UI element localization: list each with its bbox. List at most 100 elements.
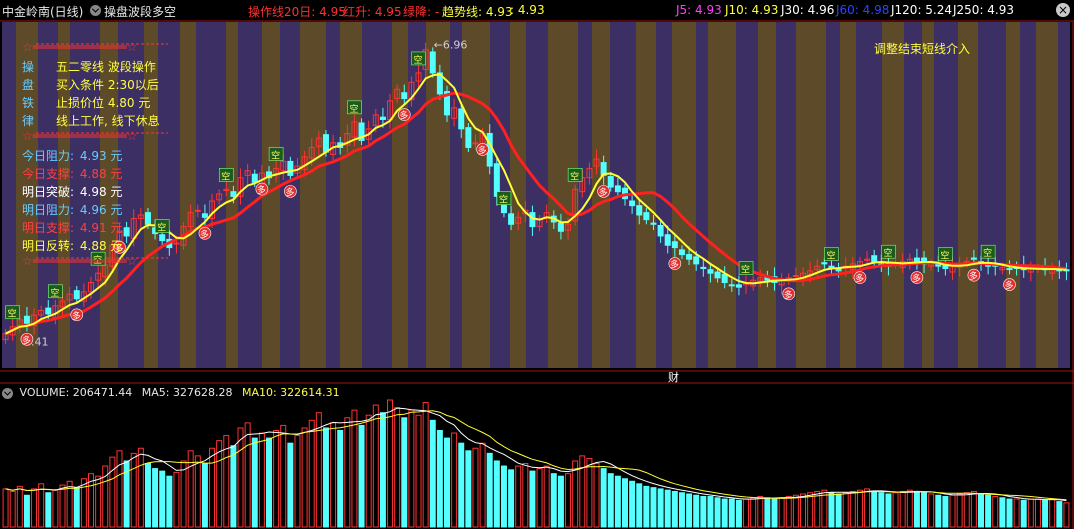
- background-band: [672, 22, 696, 368]
- panel-stars-bottom: ☆═════════════☆: [22, 254, 138, 268]
- volume-bar: [1056, 501, 1063, 528]
- volume-bar: [401, 417, 408, 528]
- volume-bar: [999, 497, 1006, 528]
- volume-bar: [144, 463, 151, 528]
- j10-value: J10: 4.93: [725, 3, 779, 17]
- candle-body: [429, 51, 436, 74]
- background-band: [882, 22, 904, 368]
- volume-bar: [693, 494, 700, 528]
- candle-body: [913, 257, 920, 263]
- sell-marker-label: 空: [157, 222, 166, 234]
- volume-bar: [387, 399, 394, 528]
- candle-body: [657, 224, 664, 237]
- background-band: [510, 22, 526, 368]
- panel-rule-char: 律: [22, 114, 35, 128]
- candle-body: [693, 256, 700, 265]
- candle-body: [970, 257, 977, 260]
- indicator-name[interactable]: 操盘波段多空: [104, 3, 176, 20]
- volume-bar: [992, 496, 999, 528]
- volume-bar: [444, 437, 450, 528]
- background-band: [362, 22, 392, 368]
- volume-bar: [735, 499, 742, 528]
- level-tomorrow-support: 明日支撑: 4.91 元: [22, 219, 122, 236]
- volume-bar: [671, 490, 678, 528]
- volume-bar: [536, 468, 543, 528]
- sell-marker-label: 空: [221, 170, 230, 182]
- green-down-value: 绿降: -: [403, 5, 440, 19]
- sell-marker-label: 空: [8, 308, 17, 320]
- volume-bar: [472, 447, 479, 528]
- background-band: [856, 22, 882, 368]
- candle-body: [728, 284, 735, 287]
- candle-body: [144, 212, 151, 225]
- volume-bar: [728, 498, 735, 528]
- volume-bar: [543, 465, 550, 528]
- volume-bar: [59, 484, 66, 528]
- candle-body: [650, 222, 657, 225]
- j120-value: J120: 5.24: [891, 3, 953, 17]
- candle-body: [194, 209, 201, 212]
- close-icon[interactable]: ×: [1056, 3, 1070, 17]
- sell-marker-label: 空: [983, 247, 992, 259]
- panel-rule-text: 买入条件 2:30以后: [56, 78, 159, 92]
- candle-body: [159, 234, 166, 242]
- level-label: 明日支撑:: [22, 221, 75, 235]
- stock-title[interactable]: 中金岭南(日线): [2, 3, 83, 20]
- volume-bar: [1020, 499, 1027, 528]
- volume-bar: [1027, 498, 1034, 528]
- volume-bar: [678, 492, 685, 528]
- volume-bar: [1034, 498, 1041, 528]
- sell-marker-label: 空: [271, 149, 280, 161]
- level-value: 4.96 元: [79, 203, 123, 217]
- volume-bar: [849, 490, 856, 528]
- volume-bar: [522, 463, 529, 528]
- volume-bar: [500, 465, 507, 528]
- level-tomorrow-breakout: 明日突破: 4.98 元: [22, 183, 122, 200]
- volume-ma10: MA10: 322614.31: [241, 386, 340, 399]
- volume-bar: [949, 494, 956, 528]
- volume-bar: [159, 470, 166, 528]
- volume-bar: [458, 442, 465, 528]
- background-band: [826, 22, 840, 368]
- level-value: 4.88 元: [79, 239, 123, 253]
- panel-rule-char: 操: [22, 60, 35, 74]
- volume-bar: [130, 452, 137, 528]
- background-band: [696, 22, 708, 368]
- volume-bar: [230, 445, 237, 528]
- volume-bar: [80, 478, 87, 528]
- buy-marker-label: 多: [22, 334, 31, 346]
- volume-value: VOLUME: 206471.44: [19, 386, 133, 399]
- background-band: [300, 22, 326, 368]
- background-band: [340, 22, 362, 368]
- background-band: [904, 22, 922, 368]
- level-today-resistance: 今日阻力: 4.93 元: [22, 147, 122, 164]
- sell-marker-label: 空: [499, 194, 508, 206]
- volume-collapse-icon[interactable]: [2, 387, 13, 399]
- panel-rule-char: 盘: [22, 78, 35, 92]
- background-band: [462, 22, 490, 368]
- candle-body: [73, 290, 80, 300]
- buy-marker-label: 多: [285, 186, 294, 198]
- volume-bar: [451, 432, 458, 528]
- candlestick-chart[interactable]: ←6.964.41多多多多多 多多多多多多多多多多空空空空空空空空空空空空空空空财: [0, 0, 1074, 529]
- background-band: [392, 22, 408, 368]
- buy-marker-label: 多: [670, 259, 679, 271]
- candle-body: [678, 249, 685, 256]
- background-band: [326, 22, 340, 368]
- candle-body: [721, 273, 728, 284]
- volume-bar: [45, 492, 52, 528]
- volume-bar: [743, 498, 750, 528]
- volume-bar: [237, 427, 244, 528]
- volume-bar: [337, 429, 344, 528]
- background-band: [796, 22, 826, 368]
- volume-bar: [294, 435, 301, 528]
- volume-bar: [800, 493, 806, 528]
- buy-marker-label: 多: [399, 110, 408, 122]
- indicator-collapse-icon[interactable]: [90, 3, 104, 17]
- volume-bar: [828, 492, 835, 528]
- panel-rule-char: 铁: [22, 96, 35, 110]
- volume-bar: [1006, 498, 1013, 528]
- volume-bar: [529, 470, 536, 528]
- volume-bar: [871, 490, 878, 528]
- op-line-value: 操作线20日: 4.95: [248, 5, 346, 19]
